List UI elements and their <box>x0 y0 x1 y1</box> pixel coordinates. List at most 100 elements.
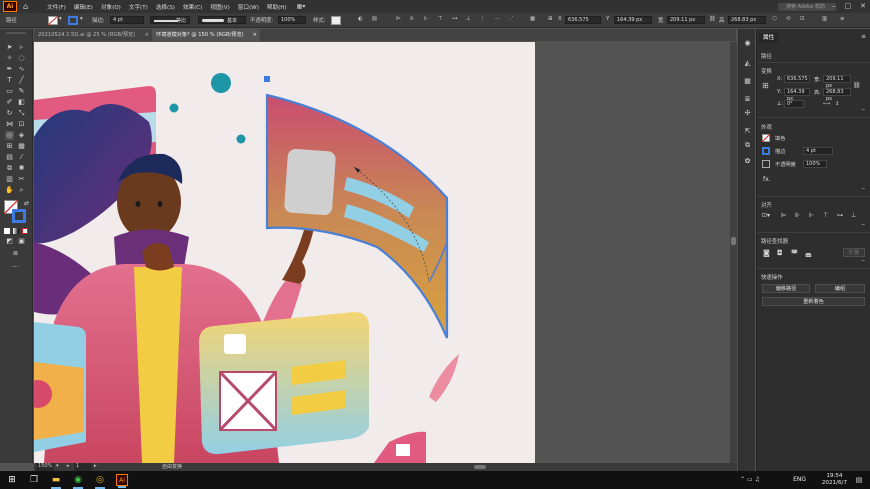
link-dimensions-icon[interactable]: ⛓ <box>853 82 861 89</box>
notification-icon[interactable]: ▤ <box>853 474 865 486</box>
minus-front-icon[interactable]: ◘ <box>777 249 783 257</box>
layers-icon[interactable]: ≣ <box>743 95 752 104</box>
tab-close-icon[interactable]: × <box>253 29 257 41</box>
props-w-field[interactable]: 209.11 px <box>823 75 851 89</box>
align-to-icon[interactable]: ⊡▾ <box>762 212 770 219</box>
panel-menu-icon[interactable]: ≡ <box>840 16 845 22</box>
menu-select[interactable]: 选择(S) <box>156 3 175 11</box>
link-proportions-icon[interactable]: ⛓ <box>709 16 716 22</box>
offset-path-button[interactable]: 偏移路径 <box>762 284 810 293</box>
clock[interactable]: 19:54 2021/6/7 <box>822 473 847 487</box>
tab-close-icon[interactable]: × <box>145 29 149 41</box>
expand-button[interactable]: 扩展 <box>843 248 865 257</box>
stroke-swatch[interactable] <box>68 16 78 25</box>
live-paint-icon[interactable]: ◈ <box>17 131 26 140</box>
scrollbar-thumb[interactable] <box>731 237 736 245</box>
perspective-grid-icon[interactable]: ⊞ <box>5 142 14 151</box>
tab-doc-2.5d[interactable]: 20210524 2.5D.ai @ 25 % (RGB/预览) × <box>34 29 152 41</box>
align-middle-icon[interactable]: ⊶ <box>452 16 457 22</box>
w-field[interactable]: 209.11 px <box>667 16 705 24</box>
pathfinder-more-icon[interactable]: ··· <box>861 258 865 265</box>
props-x-field[interactable]: 636.575 <box>784 75 810 83</box>
shape-icon[interactable]: ⬡ <box>772 16 777 22</box>
close-icon[interactable]: ✕ <box>860 2 866 10</box>
chrome-icon[interactable]: ◎ <box>94 474 106 489</box>
menu-file[interactable]: 文件(F) <box>47 3 66 11</box>
change-screen-mode-icon[interactable]: ⧈ <box>11 249 20 258</box>
props-stroke-swatch[interactable] <box>762 147 770 155</box>
mesh-tool-icon[interactable]: ▦ <box>17 142 26 151</box>
menu-help[interactable]: 帮助(H) <box>267 3 287 11</box>
lasso-icon[interactable]: ◌ <box>17 54 26 63</box>
props-fill-swatch[interactable] <box>762 134 770 142</box>
panel-menu-icon[interactable]: ≡ <box>861 33 866 40</box>
minimize-icon[interactable]: – <box>832 2 836 10</box>
flip-vertical-icon[interactable]: ↕ <box>835 101 839 107</box>
draw-mode-icon[interactable]: ◩ <box>5 237 14 246</box>
rotate-tool-icon[interactable]: ↻ <box>5 109 14 118</box>
brush-definition[interactable]: 基本 <box>198 16 246 24</box>
gradient-mode-icon[interactable] <box>13 228 19 234</box>
task-view-icon[interactable]: ❐ <box>28 474 40 486</box>
tab-doc-active[interactable]: 环境道模对象* @ 150 % (RGB/预览) × <box>152 29 260 41</box>
transform-more-icon[interactable]: ··· <box>861 107 865 114</box>
appearance-more-icon[interactable]: ··· <box>861 186 865 193</box>
export-icon[interactable]: ⇱ <box>743 127 752 136</box>
more-tools-icon[interactable]: ··· <box>11 263 20 272</box>
menu-edit[interactable]: 编辑(E) <box>74 3 93 11</box>
props-angle-field[interactable]: 0° <box>784 100 804 108</box>
pasteboard[interactable] <box>535 42 730 463</box>
transform-icon[interactable]: ▦ <box>530 16 535 22</box>
props-h-field[interactable]: 268.83 px <box>823 88 851 102</box>
distribute-icon[interactable]: ⋮ <box>480 16 485 22</box>
blend-tool-icon[interactable]: ⧉ <box>5 164 14 173</box>
stroke-dropdown-icon[interactable]: ▾ <box>80 16 83 22</box>
zoom-field[interactable]: 150% <box>36 463 54 471</box>
free-transform-icon[interactable]: ⊡ <box>17 120 26 129</box>
shape-builder-icon[interactable]: ◎ <box>5 131 14 140</box>
props-align-top-icon[interactable]: ⊤ <box>823 212 828 219</box>
direct-selection-tool-icon[interactable]: ▹ <box>17 43 26 52</box>
zoom-dropdown-icon[interactable]: ▾ <box>56 463 59 469</box>
props-align-vcenter-icon[interactable]: ⊶ <box>837 212 843 219</box>
flip-horizontal-icon[interactable]: ⟷ <box>823 101 830 107</box>
props-align-right-icon[interactable]: ⊩ <box>809 212 814 219</box>
menu-type[interactable]: 文字(T) <box>129 3 148 11</box>
shaper-tool-icon[interactable]: ✐ <box>5 98 14 107</box>
fx-button[interactable]: fx. <box>763 176 771 183</box>
align-left-icon[interactable]: ⊫ <box>396 16 401 22</box>
fill-swatch[interactable] <box>48 16 58 25</box>
props-stroke-width-field[interactable]: 4 pt <box>803 147 833 155</box>
intersect-icon[interactable]: ◚ <box>791 249 798 257</box>
menu-effect[interactable]: 效果(C) <box>183 3 202 11</box>
group-button[interactable]: 编组 <box>815 284 865 293</box>
width-tool-icon[interactable]: ⋈ <box>5 120 14 129</box>
graphic-style-swatch[interactable] <box>331 16 341 25</box>
eraser-icon[interactable]: ◧ <box>17 98 26 107</box>
zoom-tool-icon[interactable]: ⌕ <box>17 186 26 195</box>
distribute-right-icon[interactable]: ⋰ <box>508 16 513 22</box>
distribute-center-icon[interactable]: ⋯ <box>494 16 499 22</box>
type-tool-icon[interactable]: T <box>5 76 14 85</box>
tab-properties[interactable]: 属性 <box>759 33 779 43</box>
recolor-button[interactable]: 重新着色 <box>762 297 865 306</box>
artboards-icon[interactable]: ⧉ <box>743 141 752 150</box>
menu-object[interactable]: 对象(O) <box>101 3 121 11</box>
props-align-bottom-icon[interactable]: ⊥ <box>851 212 856 219</box>
props-opacity-field[interactable]: 100% <box>803 160 827 168</box>
windows-start-icon[interactable]: ⊞ <box>6 474 18 486</box>
pen-tool-icon[interactable]: ✒ <box>5 65 14 74</box>
symbol-sprayer-icon[interactable]: ✺ <box>17 164 26 173</box>
input-language[interactable]: ENG <box>793 476 806 483</box>
curvature-tool-icon[interactable]: ∿ <box>17 65 26 74</box>
none-mode-icon[interactable] <box>22 228 28 234</box>
paintbrush-icon[interactable]: ✎ <box>17 87 26 96</box>
variable-width-profile[interactable]: 等比 <box>150 16 190 24</box>
props-y-field[interactable]: 164.39 px <box>784 88 810 102</box>
align-bottom-icon[interactable]: ⊥ <box>466 16 471 22</box>
reference-point-icon[interactable]: ⊞ <box>762 81 769 90</box>
props-align-hcenter-icon[interactable]: ⊪ <box>795 212 800 219</box>
scale-tool-icon[interactable]: ⤡ <box>17 109 26 118</box>
recolor-icon[interactable]: ◐ <box>358 16 363 22</box>
horizontal-scrollbar-thumb[interactable] <box>474 465 486 469</box>
